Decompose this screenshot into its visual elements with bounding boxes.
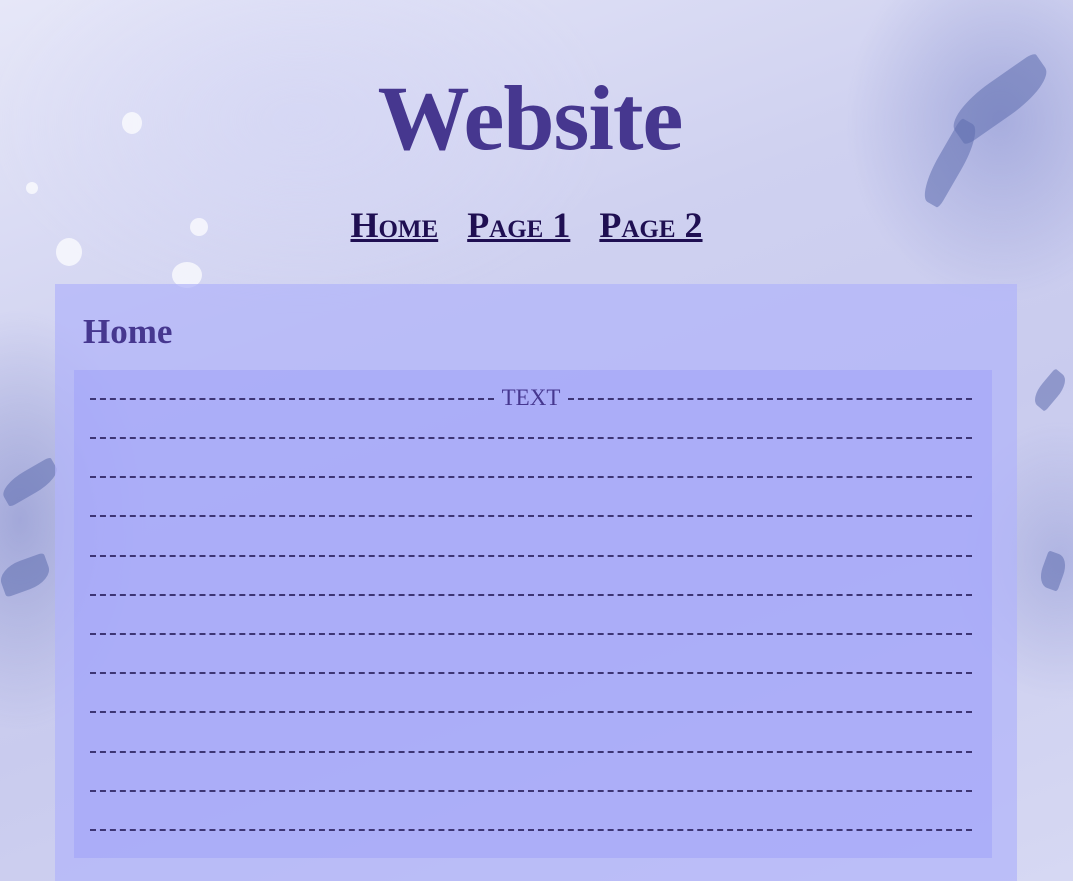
dashed-line [90, 711, 972, 714]
leaf-shape [1036, 550, 1070, 592]
dashed-line [90, 476, 972, 479]
dashed-line [90, 672, 972, 675]
nav-link-page-2[interactable]: Page 2 [599, 205, 702, 245]
main-nav: Home Page 1 Page 2 [0, 204, 1053, 246]
site-title: Website [377, 67, 684, 169]
paint-splash [26, 182, 38, 194]
leaf-shape [0, 552, 54, 598]
leaf-shape [0, 456, 62, 508]
dashed-line [90, 829, 972, 832]
dashed-line [90, 750, 972, 754]
nav-link-page-1[interactable]: Page 1 [467, 205, 570, 245]
dashed-divider [90, 398, 494, 400]
dashed-line [90, 593, 972, 597]
content-panel: Home TEXT [55, 284, 1017, 881]
dashed-line [90, 437, 972, 440]
dashed-line [90, 554, 972, 558]
text-placeholder-row: TEXT [90, 383, 973, 413]
dashed-line [90, 789, 972, 793]
dashed-divider [568, 398, 973, 400]
text-content-box: TEXT [74, 370, 992, 858]
nav-link-home[interactable]: Home [350, 205, 438, 245]
text-placeholder-label: TEXT [501, 385, 561, 410]
page-heading: Home [83, 312, 173, 351]
leaf-shape [1029, 368, 1071, 412]
dashed-line [90, 633, 972, 636]
dashed-line [90, 515, 972, 518]
